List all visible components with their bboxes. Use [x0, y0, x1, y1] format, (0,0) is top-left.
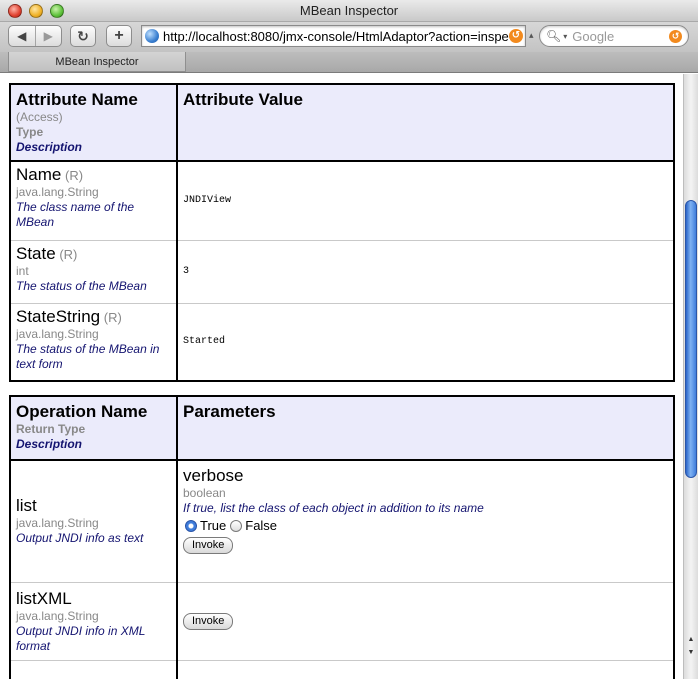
header-description: Description [16, 140, 83, 154]
attribute-name-cell: Name (R) java.lang.String The class name… [9, 160, 178, 241]
scrollbar-thumb[interactable] [685, 200, 697, 478]
verbose-false-radio[interactable] [230, 519, 243, 532]
scroll-up-icon[interactable]: ▲ [686, 636, 696, 643]
search-icon: 🔍︎ [546, 29, 562, 43]
operation-parameters-cell [176, 659, 675, 679]
attribute-type: java.lang.String [16, 185, 99, 199]
table-row: listXML java.lang.String Output JNDI inf… [9, 581, 675, 661]
operations-table: Operation Name Return Type Description P… [9, 395, 675, 679]
invoke-listxml-button[interactable]: Invoke [183, 613, 234, 630]
header-description: Description [16, 437, 83, 451]
table-row: StateString (R) java.lang.String The sta… [9, 302, 675, 382]
url-text[interactable]: http://localhost:8080/jmx-console/HtmlAd… [163, 29, 509, 44]
attribute-description: The class name of the MBean [16, 200, 135, 229]
operation-name: listXML [16, 588, 72, 608]
reload-icon[interactable]: ↻ [70, 25, 96, 47]
table-row: list java.lang.String Output JNDI info a… [9, 459, 675, 583]
operation-name: list [16, 496, 37, 516]
attribute-name-cell: State (R) int The status of the MBean [9, 239, 178, 304]
table-row: State (R) int The status of the MBean 3 [9, 239, 675, 304]
attributes-table: Attribute Name (Access) Type Description… [9, 83, 675, 382]
parameter-type: boolean [183, 486, 226, 500]
window-title: MBean Inspector [299, 3, 399, 18]
address-bar[interactable]: http://localhost:8080/jmx-console/HtmlAd… [141, 25, 526, 47]
operation-name-header: Operation Name Return Type Description [9, 395, 178, 461]
add-bookmark-icon[interactable]: + [106, 25, 132, 47]
header-return-type: Return Type [16, 422, 86, 436]
attribute-type: java.lang.String [16, 326, 99, 341]
scroll-down-icon[interactable]: ▼ [686, 649, 696, 656]
attribute-access: (R) [103, 309, 122, 325]
back-forward-group: ◀ ▶ [8, 25, 62, 47]
url-stepper-icon[interactable]: ▴ [529, 30, 534, 41]
attribute-name: Name [16, 165, 62, 184]
search-field[interactable]: 🔍︎ ▾ Google ↺ [539, 25, 689, 47]
search-snapback-icon[interactable]: ↺ [669, 29, 682, 43]
snapback-icon[interactable]: ↺ [509, 29, 523, 43]
operation-return-type: java.lang.String [16, 516, 99, 531]
parameter-description: If true, list the class of each object i… [183, 501, 484, 515]
verbose-radio-group: True False [183, 518, 668, 533]
browser-toolbar: ◀ ▶ ↻ + http://localhost:8080/jmx-consol… [0, 22, 698, 52]
attribute-name-cell: StateString (R) java.lang.String The sta… [9, 302, 178, 382]
site-globe-icon [145, 29, 159, 43]
attribute-name: StateString [16, 306, 101, 326]
title-bar: MBean Inspector [0, 0, 698, 22]
parameters-header: Parameters [176, 395, 675, 461]
header-title: Attribute Value [183, 90, 303, 109]
operation-parameters-cell: verbose boolean If true, list the class … [176, 459, 675, 583]
chevron-down-icon[interactable]: ▾ [563, 32, 567, 41]
header-title: Attribute Name [16, 90, 138, 109]
header-access: (Access) [16, 110, 63, 124]
attribute-description: The status of the MBean [16, 278, 147, 293]
parameter-name: verbose [183, 466, 244, 485]
page-content: Attribute Name (Access) Type Description… [0, 74, 683, 679]
header-title: Operation Name [16, 402, 148, 421]
header-type: Type [16, 125, 44, 139]
attribute-description: The status of the MBean in text form [16, 341, 160, 371]
back-arrow-icon[interactable]: ◀ [9, 26, 35, 46]
attribute-value: 3 [176, 239, 675, 304]
attribute-value: JNDIView [176, 160, 675, 241]
header-title: Parameters [183, 402, 276, 421]
operations-header-row: Operation Name Return Type Description P… [9, 395, 675, 461]
attribute-access: (R) [59, 246, 78, 262]
invoke-list-button[interactable]: Invoke [183, 537, 234, 554]
operation-name-cell: listXML java.lang.String Output JNDI inf… [9, 581, 178, 661]
tab-mbean-inspector[interactable]: MBean Inspector [8, 52, 186, 72]
tab-bar: MBean Inspector [0, 52, 698, 73]
table-row: Name (R) java.lang.String The class name… [9, 160, 675, 241]
verbose-true-radio[interactable] [185, 519, 197, 532]
table-row [9, 659, 675, 679]
forward-arrow-icon[interactable]: ▶ [34, 26, 62, 46]
operation-name-cell: list java.lang.String Output JNDI info a… [9, 459, 178, 583]
operation-return-type: java.lang.String [16, 608, 99, 623]
operation-description: Output JNDI info in XML format [16, 623, 146, 653]
attribute-type: int [16, 263, 29, 278]
vertical-scrollbar[interactable]: ▲ ▼ [683, 74, 698, 679]
radio-label-true: True [200, 518, 227, 533]
attributes-header-row: Attribute Name (Access) Type Description… [9, 83, 675, 162]
attribute-value-header: Attribute Value [176, 83, 675, 162]
search-input[interactable]: Google [572, 29, 669, 44]
operation-description: Output JNDI info as text [16, 531, 144, 546]
attribute-name-header: Attribute Name (Access) Type Description [9, 83, 178, 162]
operation-name-cell [9, 659, 178, 679]
operation-parameters-cell: Invoke [176, 581, 675, 661]
radio-label-false: False [245, 518, 278, 533]
attribute-name: State [16, 243, 56, 263]
attribute-access: (R) [64, 168, 84, 183]
attribute-value: Started [176, 302, 675, 382]
